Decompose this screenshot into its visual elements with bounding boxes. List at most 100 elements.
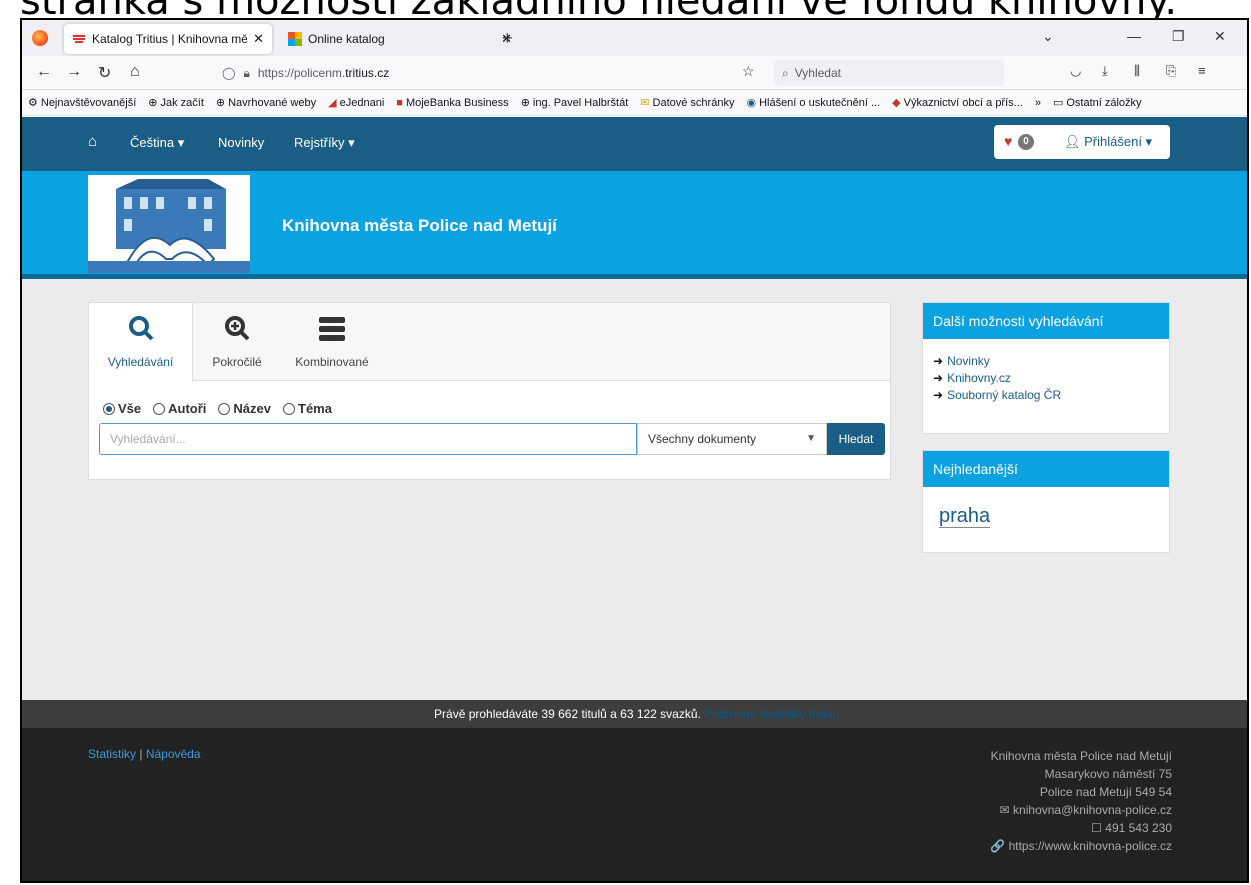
url-bar[interactable]: ◯ 🔒︎ https://policenm. tritius.cz [212,60,762,86]
url-host: tritius.cz [345,66,390,80]
browser-window: Katalog Tritius | Knihovna města Police … [20,18,1249,883]
link-novinky[interactable]: Novinky [933,353,1159,370]
search-button[interactable]: Hledat [827,423,885,455]
other-bookmarks-folder[interactable]: ▭ Ostatní záložky [1053,96,1142,110]
tab-advanced-search[interactable]: Pokročilé [193,303,281,381]
bookmark-item[interactable]: ⊕ Jak začít [148,96,204,110]
bookmark-item[interactable]: ⚙ Nejnavštěvovanější [28,96,137,110]
tab-combined-search[interactable]: Kombinované [281,303,383,381]
favorites-count: 0 [1018,134,1034,150]
website-link[interactable]: 🔗 https://www.knihovna-police.cz [990,837,1172,855]
help-link[interactable]: Nápověda [146,747,201,761]
bookmark-item[interactable]: ◢ eJednani [328,96,384,110]
library-icon[interactable]: ⫼ [1134,63,1140,79]
globe-icon: ⊕ [215,97,226,109]
firefox-icon[interactable] [32,30,48,46]
heart-icon[interactable]: ♥ [1004,133,1012,149]
pocket-icon[interactable]: ◡ [1070,63,1081,79]
tab-basic-search[interactable]: Vyhledávání [89,303,193,382]
radio-label: Název [233,401,271,416]
registers-menu[interactable]: Rejstříky ▾ [294,135,355,151]
search-input[interactable]: Vyhledávání... [99,423,637,455]
bookmark-item[interactable]: ✉ Datové schránky [640,96,735,110]
document-type-select[interactable]: Všechny dokumenty ▼ [637,423,827,455]
bookmark-item[interactable]: ⊕ Navrhované weby [215,96,317,110]
bookmark-item[interactable]: ■ MojeBanka Business [396,97,508,109]
chevron-down-icon: ▼ [806,433,816,444]
statistics-link[interactable]: Statistiky [88,747,136,761]
report-icon: ◉ [746,97,757,109]
language-menu[interactable]: Čeština ▾ [130,135,184,151]
most-searched-box: Nejhledanější praha [922,450,1170,553]
email-link[interactable]: ✉ knihovna@knihovna-police.cz [990,801,1172,819]
select-value: Všechny dokumenty [648,432,757,446]
bookmark-label: Datové schránky [652,96,735,109]
close-window-icon[interactable]: ✕ [1214,28,1226,45]
address-line: Police nad Metují 549 54 [1039,785,1172,799]
tab-list-icon[interactable]: ⌄ [1042,28,1054,45]
library-logo[interactable] [88,175,250,273]
radio-all[interactable]: Vše [103,401,141,416]
radio-button [283,402,295,415]
bookmark-label: Nejnavštěvovanější [40,96,137,109]
login-menu[interactable]: 👤︎ Přihlášení ▾ [1064,134,1152,150]
bookmark-item[interactable]: ◉ Hlášení o uskutečnění ... [746,96,881,110]
search-scope-radios: Vše Autoři Název Téma [103,401,332,416]
site-banner: Knihovna města Police nad Metují [22,171,1247,279]
home-icon[interactable]: ⌂ [88,133,97,150]
radio-topic[interactable]: Téma [283,401,332,416]
user-icon: 👤︎ [1064,134,1085,149]
radio-label: Vše [118,401,142,416]
menu-icon[interactable]: ≡ [1198,63,1206,78]
back-icon[interactable]: ← [36,63,52,81]
web-page: ⌂ Čeština ▾ Novinky Rejstříky ▾ ♥ 0 👤︎ P… [22,117,1247,881]
radio-button [218,402,231,415]
link-knihovny-cz[interactable]: Knihovny.cz [933,370,1159,387]
search-panel: Vyhledávání Pokročilé Kombinované Vše Au… [88,302,891,480]
home-icon[interactable]: ⌂ [130,63,140,81]
bookmarks-bar: ⚙ Nejnavštěvovanější ⊕ Jak začít ⊕ Navrhova… [22,90,1247,116]
radio-title[interactable]: Název [218,401,271,416]
reload-icon[interactable]: ↻ [98,63,111,83]
news-link[interactable]: Novinky [218,135,264,150]
close-tab-icon[interactable]: ✕ [253,31,264,47]
bookmark-label: Výkaznictví obcí a přís... [903,96,1023,109]
bookmark-item[interactable]: ◆ Výkaznictví obcí a přís... [892,96,1023,110]
search-icon [128,316,153,341]
bookmark-label: ing. Pavel Halbrštát [532,96,629,109]
site-footer: Statistiky | Nápověda Knihovna města Pol… [22,728,1247,881]
server-stack-icon [319,317,345,341]
tritius-favicon-icon [73,35,85,43]
bookmark-label: Hlášení o uskutečnění ... [759,96,881,109]
downloads-icon[interactable]: ⤓ [1102,63,1108,79]
bookmark-label: Navrhované weby [228,96,317,109]
stats-text: Právě prohledáváte 39 662 titulů a 63 12… [434,707,701,721]
minimize-icon[interactable]: — [1127,28,1141,44]
tag-cloud: praha [923,487,1169,546]
tag-link[interactable]: praha [939,505,991,528]
globe-icon: ⊕ [148,97,158,109]
more-bookmarks-button[interactable]: » [1035,97,1041,109]
tab-katalog[interactable]: Katalog Tritius | Knihovna města Police … [64,24,272,54]
ejednani-icon: ◢ [328,97,337,109]
bookmark-star-icon[interactable]: ☆ [742,63,755,80]
library-address: Knihovna města Police nad Metují Masaryk… [990,747,1172,855]
browser-search-field[interactable]: ⌕ Vyhledat [774,60,1004,86]
stats-link[interactable]: Podrobné statistiky fondu [704,707,839,721]
link-soubornY-katalog[interactable]: Souborný katalog ČR [933,387,1159,404]
library-name: Knihovna města Police nad Metují [282,216,557,235]
radio-authors[interactable]: Autoři [153,401,206,416]
restore-icon[interactable]: ❐ [1172,28,1185,45]
login-label: Přihlášení ▾ [1084,134,1153,149]
address-line: Knihovna města Police nad Metují [990,749,1172,763]
most-searched-title: Nejhledanější [923,451,1169,487]
extensions-icon[interactable]: ⎘ [1166,63,1176,79]
new-tab-icon[interactable]: + [502,28,513,49]
radio-button [103,402,115,415]
online-katalog-favicon-icon [288,32,302,46]
forward-icon[interactable]: → [66,63,82,81]
bookmark-item[interactable]: ⊕ ing. Pavel Halbrštát [521,96,629,110]
radio-button [153,402,166,415]
more-options-title: Další možnosti vyhledávání [923,303,1169,339]
tab-online-katalog[interactable]: Online katalog ✕ [280,24,520,54]
